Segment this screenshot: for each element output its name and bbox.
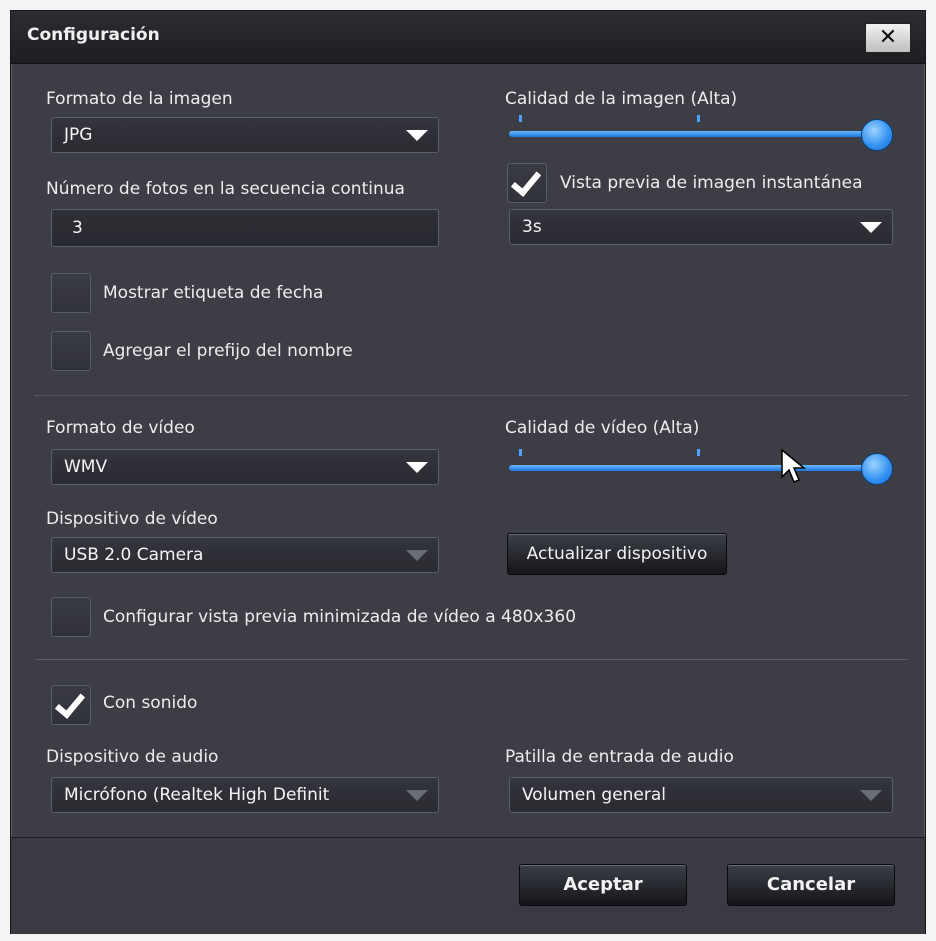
mouse-cursor-icon <box>781 449 807 483</box>
close-button[interactable]: ✕ <box>865 23 911 53</box>
video-format-select[interactable]: WMV <box>51 449 439 485</box>
image-format-value: JPG <box>64 125 93 145</box>
audio-input-label: Patilla de entrada de audio <box>505 747 734 767</box>
chevron-down-icon <box>406 130 428 141</box>
image-quality-slider[interactable] <box>509 111 893 151</box>
slider-tick <box>519 449 522 456</box>
video-format-value: WMV <box>64 457 108 477</box>
slider-track <box>509 131 879 137</box>
checkmark-icon <box>54 687 86 719</box>
settings-dialog: Configuración ✕ Formato de la imagen JPG… <box>10 10 926 934</box>
accept-button[interactable]: Aceptar <box>519 864 687 906</box>
slider-thumb[interactable] <box>861 119 893 151</box>
preview-duration-value: 3s <box>522 217 542 237</box>
chevron-down-icon <box>406 550 428 561</box>
chevron-down-icon <box>860 222 882 233</box>
cancel-button[interactable]: Cancelar <box>727 864 895 906</box>
video-device-select[interactable]: USB 2.0 Camera <box>51 537 439 573</box>
chevron-down-icon <box>860 790 882 801</box>
slider-track <box>509 465 879 471</box>
section-divider <box>35 659 907 660</box>
burst-count-input[interactable]: 3 <box>51 209 439 247</box>
instant-preview-label: Vista previa de imagen instantánea <box>560 173 863 193</box>
burst-count-value: 3 <box>72 218 83 238</box>
preview-duration-select[interactable]: 3s <box>509 209 893 245</box>
dialog-footer: Aceptar Cancelar <box>11 837 925 934</box>
title-bar[interactable]: Configuración ✕ <box>11 11 925 64</box>
chevron-down-icon <box>406 790 428 801</box>
video-device-label: Dispositivo de vídeo <box>46 509 218 529</box>
video-quality-label: Calidad de vídeo (Alta) <box>505 418 700 438</box>
burst-count-label: Número de fotos en la secuencia continua <box>46 179 405 199</box>
close-icon: ✕ <box>878 25 898 50</box>
audio-input-value: Volumen general <box>522 785 667 805</box>
date-stamp-label: Mostrar etiqueta de fecha <box>103 283 324 303</box>
slider-tick <box>697 449 700 456</box>
image-format-select[interactable]: JPG <box>51 117 439 153</box>
audio-device-select[interactable]: Micrófono (Realtek High Definit <box>51 777 439 813</box>
dialog-title: Configuración <box>27 25 160 45</box>
slider-tick <box>519 115 522 122</box>
mini-preview-label: Configurar vista previa minimizada de ví… <box>103 607 577 627</box>
audio-device-label: Dispositivo de audio <box>46 747 219 767</box>
slider-tick <box>697 115 700 122</box>
instant-preview-checkbox[interactable] <box>507 163 547 203</box>
audio-input-select[interactable]: Volumen general <box>509 777 893 813</box>
name-prefix-checkbox[interactable] <box>51 331 91 371</box>
section-divider <box>35 395 907 396</box>
date-stamp-checkbox[interactable] <box>51 273 91 313</box>
name-prefix-label: Agregar el prefijo del nombre <box>103 341 353 361</box>
audio-device-value: Micrófono (Realtek High Definit <box>64 785 330 805</box>
with-sound-checkbox[interactable] <box>51 685 91 725</box>
image-format-label: Formato de la imagen <box>46 89 233 109</box>
video-quality-slider[interactable] <box>509 445 893 485</box>
refresh-device-button[interactable]: Actualizar dispositivo <box>507 533 727 575</box>
video-device-value: USB 2.0 Camera <box>64 545 204 565</box>
with-sound-label: Con sonido <box>103 693 198 713</box>
mini-preview-checkbox[interactable] <box>51 597 91 637</box>
image-quality-label: Calidad de la imagen (Alta) <box>505 89 738 109</box>
chevron-down-icon <box>406 462 428 473</box>
checkmark-icon <box>510 165 542 197</box>
video-format-label: Formato de vídeo <box>46 418 195 438</box>
slider-thumb[interactable] <box>861 453 893 485</box>
